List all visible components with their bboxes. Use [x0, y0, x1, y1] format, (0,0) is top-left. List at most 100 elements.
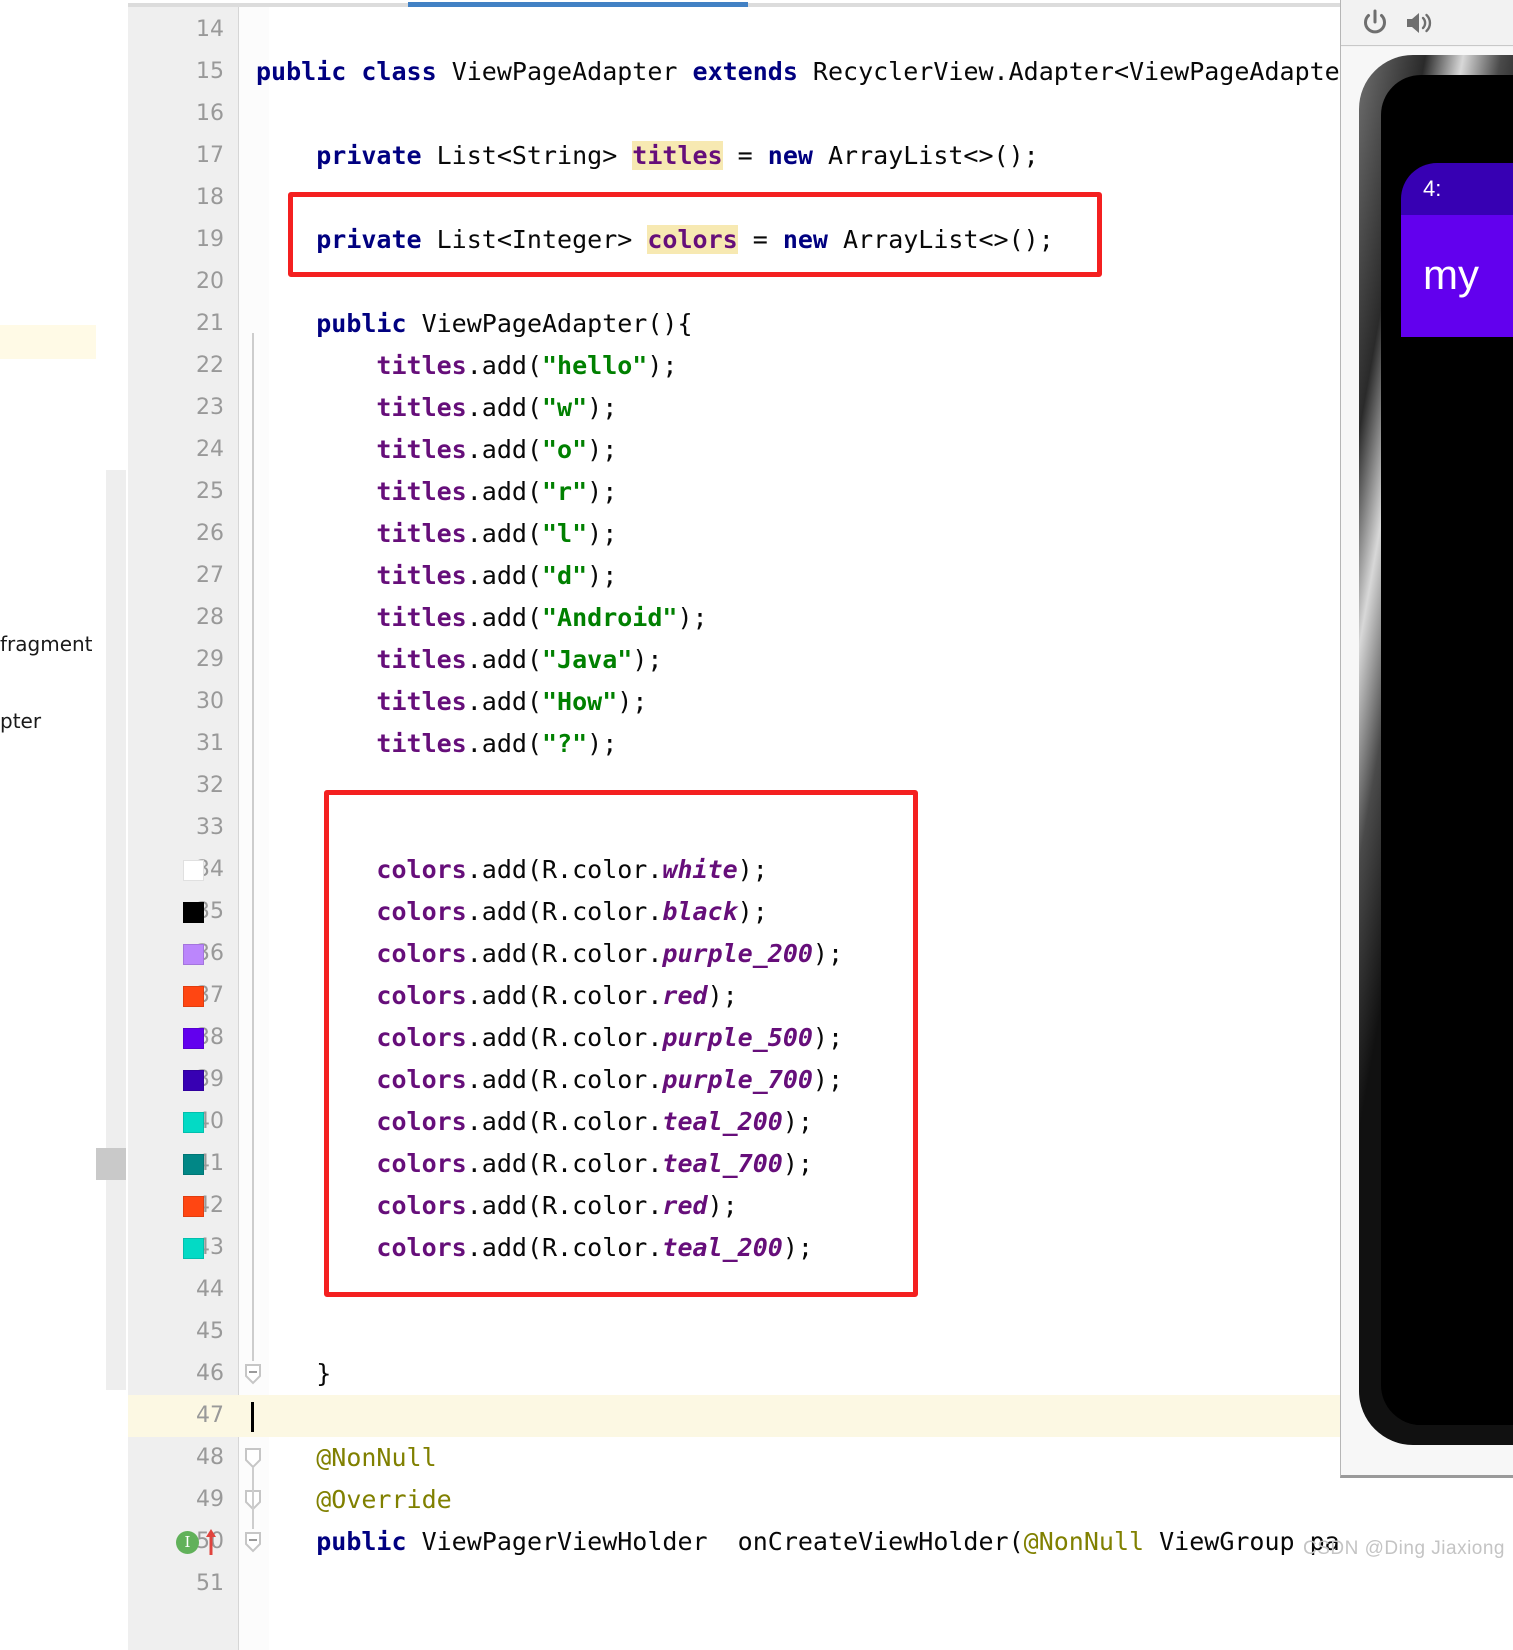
code-line[interactable]: 47	[128, 1395, 1340, 1437]
code-token: purple_200	[662, 939, 813, 968]
code-line[interactable]: 36 colors.add(R.color.purple_200);	[128, 933, 1340, 975]
line-number: 17	[196, 143, 224, 168]
code-line[interactable]: 33	[128, 807, 1340, 849]
override-arrow-icon[interactable]	[204, 1527, 218, 1557]
project-sidebar[interactable]: fragment pter	[0, 7, 96, 1650]
sidebar-scrollbar-track[interactable]	[106, 470, 126, 1390]
code-line[interactable]: 42 colors.add(R.color.red);	[128, 1185, 1340, 1227]
code-token: titles	[376, 519, 467, 548]
code-line[interactable]: 17 private List<String> titles = new Arr…	[128, 135, 1340, 177]
code-token: titles	[376, 687, 467, 716]
code-line[interactable]: 40 colors.add(R.color.teal_200);	[128, 1101, 1340, 1143]
code-token: );	[677, 603, 708, 632]
code-line[interactable]: 30 titles.add("How");	[128, 681, 1340, 723]
gutter-color-swatch[interactable]	[183, 1070, 204, 1091]
code-line[interactable]: 34 colors.add(R.color.white);	[128, 849, 1340, 891]
code-line[interactable]: 44	[128, 1269, 1340, 1311]
sidebar-selected-row	[0, 325, 96, 359]
code-line[interactable]: 24 titles.add("o");	[128, 429, 1340, 471]
code-line[interactable]: 49 @Override	[128, 1479, 1340, 1521]
code-line[interactable]: 18	[128, 177, 1340, 219]
code-line[interactable]: 15 public class ViewPageAdapter extends R…	[128, 51, 1340, 93]
code-line[interactable]: 45	[128, 1311, 1340, 1353]
code-line[interactable]: 43 colors.add(R.color.teal_200);	[128, 1227, 1340, 1269]
gutter-color-swatch[interactable]	[183, 860, 204, 881]
gutter-color-swatch[interactable]	[183, 1112, 204, 1133]
line-number: 30	[196, 689, 224, 714]
code-token: );	[812, 1023, 844, 1052]
line-number: 34	[196, 857, 224, 882]
code-line[interactable]: 50I public ViewPagerViewHolder onCreateV…	[128, 1521, 1340, 1563]
code-line[interactable]: 41 colors.add(R.color.teal_700);	[128, 1143, 1340, 1185]
sidebar-scrollbar-thumb[interactable]	[96, 1148, 126, 1180]
code-line-text: colors.add(R.color.red);	[256, 975, 737, 1017]
line-number: 42	[196, 1193, 224, 1218]
code-line[interactable]: 32	[128, 765, 1340, 807]
code-line[interactable]: 27 titles.add("d");	[128, 555, 1340, 597]
code-content[interactable]: 14 15 public class ViewPageAdapter extends…	[128, 7, 1340, 1650]
volume-icon[interactable]	[1403, 7, 1435, 39]
code-line[interactable]: 51	[128, 1563, 1340, 1605]
code-token: "o"	[542, 435, 588, 464]
code-token: .add(R.color.	[466, 981, 663, 1010]
code-line[interactable]: 29 titles.add("Java");	[128, 639, 1340, 681]
gutter-color-swatch[interactable]	[183, 902, 204, 923]
code-token: "How"	[542, 687, 618, 716]
code-token: ArrayList<>();	[812, 141, 1039, 170]
code-line-text: colors.add(R.color.purple_700);	[256, 1059, 843, 1101]
code-line-text: colors.add(R.color.red);	[256, 1185, 737, 1227]
line-number: 44	[196, 1277, 224, 1302]
code-token: new	[782, 225, 828, 254]
code-line[interactable]: 28 titles.add("Android");	[128, 597, 1340, 639]
gutter-color-swatch[interactable]	[183, 1154, 204, 1175]
code-line[interactable]: 20	[128, 261, 1340, 303]
sidebar-item-adapter[interactable]: pter	[0, 709, 41, 733]
line-number: 36	[196, 941, 224, 966]
emulator-panel[interactable]: 4: my	[1340, 0, 1513, 1478]
code-line-text: private List<Integer> colors = new Array…	[256, 219, 1054, 261]
sidebar-item-fragment[interactable]: fragment	[0, 632, 93, 656]
code-line[interactable]: 14	[128, 9, 1340, 51]
code-line[interactable]: 25 titles.add("r");	[128, 471, 1340, 513]
gutter-color-swatch[interactable]	[183, 1238, 204, 1259]
code-line[interactable]: 21 public ViewPageAdapter(){	[128, 303, 1340, 345]
emulator-toolbar[interactable]	[1341, 0, 1513, 46]
code-line[interactable]: 37 colors.add(R.color.red);	[128, 975, 1340, 1017]
code-line[interactable]: 38 colors.add(R.color.purple_500);	[128, 1017, 1340, 1059]
emulator-app-content[interactable]	[1401, 337, 1513, 1425]
line-number: 24	[196, 437, 224, 462]
code-token: black	[662, 897, 738, 926]
emulator-screen[interactable]: 4: my	[1381, 75, 1513, 1425]
code-line[interactable]: 35 colors.add(R.color.black);	[128, 891, 1340, 933]
gutter-color-swatch[interactable]	[183, 1196, 204, 1217]
power-icon[interactable]	[1359, 7, 1391, 39]
fold-guide-line	[252, 333, 254, 1361]
code-line-text: titles.add("o");	[256, 429, 617, 471]
code-line[interactable]: 39 colors.add(R.color.purple_700);	[128, 1059, 1340, 1101]
code-token: =	[722, 141, 768, 170]
line-number: 32	[196, 773, 224, 798]
code-line[interactable]: 46 }	[128, 1353, 1340, 1395]
code-token: new	[767, 141, 813, 170]
gutter-color-swatch[interactable]	[183, 1028, 204, 1049]
code-token: titles	[376, 435, 467, 464]
emulator-phone-frame: 4: my	[1359, 55, 1513, 1445]
code-line-text: titles.add("r");	[256, 471, 617, 513]
code-line[interactable]: 48 @NonNull	[128, 1437, 1340, 1479]
line-number: 14	[196, 17, 224, 42]
code-line[interactable]: 23 titles.add("w");	[128, 387, 1340, 429]
code-line[interactable]: 31 titles.add("?");	[128, 723, 1340, 765]
code-line[interactable]: 22 titles.add("hello");	[128, 345, 1340, 387]
code-line[interactable]: 16	[128, 93, 1340, 135]
emulator-device-area[interactable]: 4: my	[1341, 47, 1513, 1475]
gutter-color-swatch[interactable]	[183, 944, 204, 965]
code-editor[interactable]: 14 15 public class ViewPageAdapter extends…	[128, 7, 1340, 1650]
code-token: .add(R.color.	[466, 897, 663, 926]
line-number: 26	[196, 521, 224, 546]
code-line[interactable]: 26 titles.add("l");	[128, 513, 1340, 555]
code-line[interactable]: 19 private List<Integer> colors = new Ar…	[128, 219, 1340, 261]
line-number: 39	[196, 1067, 224, 1092]
implementing-method-icon[interactable]: I	[176, 1531, 199, 1554]
gutter-color-swatch[interactable]	[183, 986, 204, 1007]
line-number: 35	[196, 899, 224, 924]
